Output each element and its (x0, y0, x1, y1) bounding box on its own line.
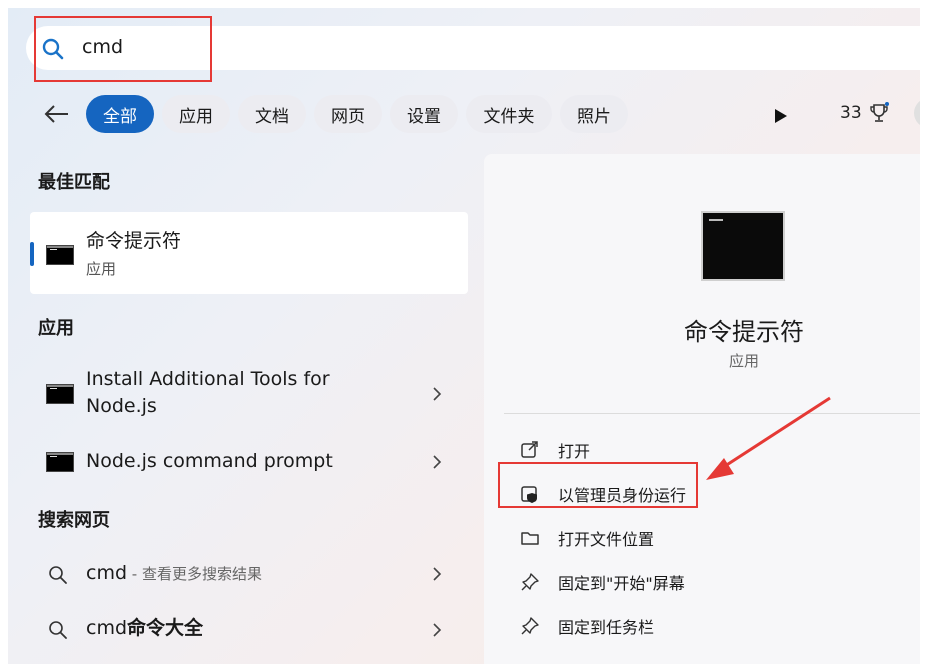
open-external-icon (521, 441, 538, 458)
selection-indicator (30, 242, 34, 266)
pin-to-taskbar-action[interactable]: 固定到任务栏 (520, 612, 654, 640)
filter-chip-all[interactable]: 全部 (86, 95, 154, 133)
divider (504, 413, 920, 414)
terminal-icon (46, 452, 74, 472)
chevron-right-icon (433, 623, 442, 637)
filter-label: 照片 (577, 106, 611, 127)
best-match-type: 应用 (86, 260, 117, 278)
rewards-count: 33 (840, 103, 862, 123)
web-result-hint: - 查看更多搜索结果 (127, 565, 262, 583)
folder-icon (521, 532, 539, 545)
trophy-icon[interactable] (868, 102, 890, 126)
filter-chip-apps[interactable]: 应用 (162, 95, 230, 133)
filter-label: 全部 (103, 106, 137, 127)
avatar[interactable] (914, 98, 920, 128)
pin-icon (521, 617, 539, 635)
best-match-name: 命令提示符 (86, 230, 182, 252)
web-result-term: cmd (86, 617, 128, 639)
filter-chip-settings[interactable]: 设置 (390, 95, 458, 133)
back-arrow-icon[interactable] (42, 102, 70, 126)
chevron-right-icon (433, 567, 442, 581)
web-result-text: cmd命令大全 (86, 615, 203, 642)
filter-chip-documents[interactable]: 文档 (238, 95, 306, 133)
command-prompt-large-icon (701, 211, 785, 281)
pin-to-start-action[interactable]: 固定到"开始"屏幕 (520, 568, 685, 596)
web-search-heading: 搜索网页 (38, 510, 110, 531)
terminal-icon (46, 384, 74, 404)
web-result-bold: 命令大全 (127, 617, 204, 639)
details-type: 应用 (728, 352, 759, 370)
search-highlight-box (34, 16, 212, 82)
action-label: 打开文件位置 (558, 530, 655, 549)
apps-heading: 应用 (38, 318, 74, 339)
web-result-term: cmd (86, 562, 128, 584)
pin-icon (521, 573, 539, 591)
chevron-right-icon (433, 387, 442, 401)
search-panel: cmd 全部 应用 文档 网页 设置 文件夹 照片 33 最佳匹配 命令提示符 … (8, 8, 920, 664)
filter-label: 文档 (255, 106, 289, 127)
filter-label: 应用 (179, 106, 213, 127)
open-file-location-action[interactable]: 打开文件位置 (520, 524, 654, 552)
search-icon (49, 566, 67, 584)
admin-highlight-box (498, 462, 698, 508)
best-match-card[interactable]: 命令提示符 应用 (30, 212, 468, 294)
filter-chip-folders[interactable]: 文件夹 (466, 95, 552, 133)
filter-chip-photos[interactable]: 照片 (560, 95, 628, 133)
chevron-right-icon (433, 455, 442, 469)
action-label: 固定到"开始"屏幕 (558, 574, 685, 593)
filter-label: 文件夹 (483, 106, 535, 127)
details-name: 命令提示符 (684, 318, 804, 346)
app-name-line2: Node.js (86, 395, 157, 417)
filter-label: 设置 (407, 106, 441, 127)
app-name: Node.js command prompt (86, 450, 333, 472)
details-panel: 命令提示符 应用 打开 以管理员身份运行 打开文件位置 固定到"开始"屏幕 固定… (484, 154, 920, 664)
filter-chip-web[interactable]: 网页 (314, 95, 382, 133)
search-icon (49, 621, 67, 639)
command-prompt-icon (46, 245, 74, 265)
action-label: 打开 (558, 442, 591, 461)
best-match-heading: 最佳匹配 (38, 172, 110, 193)
web-result-text: cmd - 查看更多搜索结果 (86, 560, 262, 588)
app-name-line1: Install Additional Tools for (86, 368, 330, 390)
filter-label: 网页 (331, 106, 365, 127)
open-action[interactable]: 打开 (520, 436, 590, 464)
play-icon[interactable] (774, 108, 788, 124)
action-label: 固定到任务栏 (558, 618, 655, 637)
